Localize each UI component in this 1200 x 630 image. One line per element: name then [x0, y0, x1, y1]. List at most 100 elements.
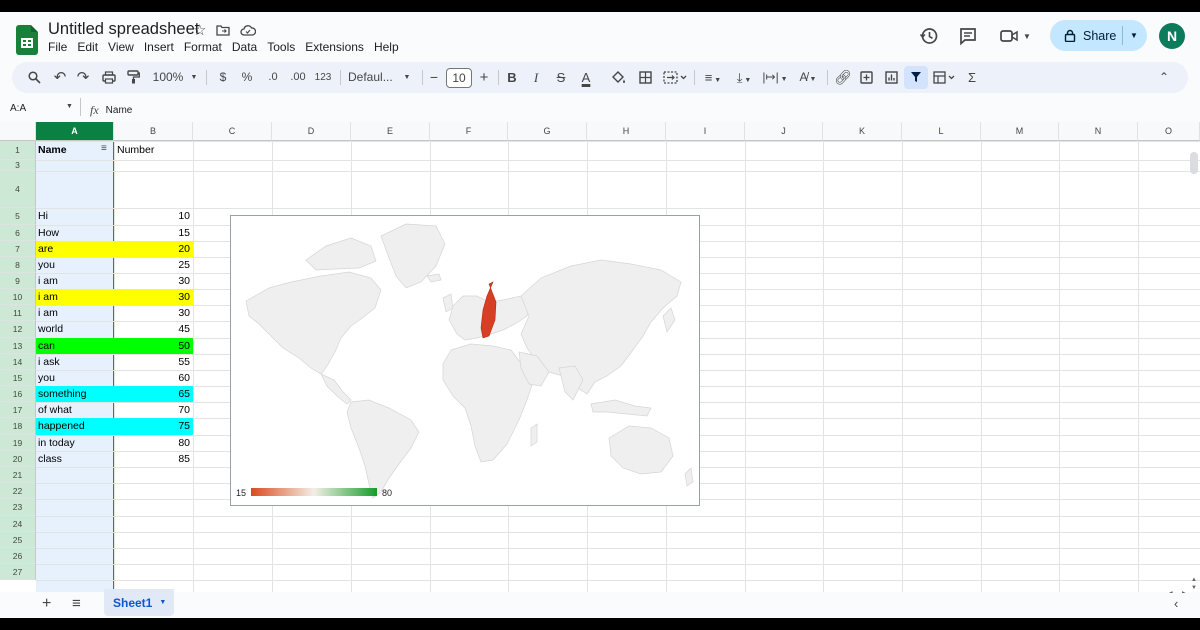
name-box[interactable]: A:A: [10, 103, 26, 114]
column-header-g[interactable]: G: [508, 122, 587, 141]
row-header[interactable]: 12: [0, 321, 36, 338]
column-header-o[interactable]: O: [1138, 122, 1200, 141]
column-header-f[interactable]: F: [430, 122, 508, 141]
filter-icon[interactable]: [904, 66, 928, 89]
row-header[interactable]: 24: [0, 516, 36, 532]
print-icon[interactable]: [101, 62, 117, 93]
increase-decimal-button[interactable]: .00: [287, 62, 309, 93]
cell-name[interactable]: you: [36, 370, 114, 386]
cell-name[interactable]: Hi: [36, 208, 114, 225]
scroll-up-icon[interactable]: ▲: [1191, 577, 1197, 583]
cell-name[interactable]: i ask: [36, 354, 114, 370]
vertical-scrollbar-thumb[interactable]: [1190, 152, 1198, 174]
menu-insert[interactable]: Insert: [144, 40, 174, 54]
cell-name[interactable]: i am: [36, 289, 114, 305]
cell-name[interactable]: you: [36, 257, 114, 273]
cell-name[interactable]: class: [36, 451, 114, 467]
cell-number[interactable]: 30: [114, 289, 193, 305]
horizontal-align-icon[interactable]: ≡ ▼: [700, 62, 726, 93]
column-header-h[interactable]: H: [587, 122, 666, 141]
row-header[interactable]: 21: [0, 467, 36, 483]
font-select[interactable]: Defaul...: [348, 62, 408, 93]
merge-cells-icon[interactable]: [662, 62, 690, 93]
row-header[interactable]: 20: [0, 451, 36, 467]
menu-tools[interactable]: Tools: [267, 40, 295, 54]
cell-number[interactable]: 20: [114, 241, 193, 257]
vertical-align-icon[interactable]: ⤓ ▼: [731, 62, 757, 93]
row-header[interactable]: 5: [0, 208, 36, 225]
cell-number[interactable]: 30: [114, 305, 193, 321]
geo-chart[interactable]: 15 80: [230, 215, 700, 506]
cell-number[interactable]: 30: [114, 273, 193, 289]
menu-data[interactable]: Data: [232, 40, 257, 54]
row-header[interactable]: 6: [0, 225, 36, 241]
redo-icon[interactable]: ↷: [75, 62, 91, 93]
cell-number[interactable]: 60: [114, 370, 193, 386]
number-format-button[interactable]: 123: [313, 62, 333, 93]
functions-icon[interactable]: Σ: [965, 62, 979, 93]
cell-number[interactable]: 65: [114, 386, 193, 402]
history-icon[interactable]: [919, 26, 939, 51]
row-header[interactable]: 7: [0, 241, 36, 257]
column-header-l[interactable]: L: [902, 122, 981, 141]
menu-extensions[interactable]: Extensions: [305, 40, 364, 54]
column-header-m[interactable]: M: [981, 122, 1059, 141]
cell-name[interactable]: i am: [36, 273, 114, 289]
cell-number[interactable]: 10: [114, 208, 193, 225]
row-header[interactable]: 25: [0, 532, 36, 548]
cell-name[interactable]: something: [36, 386, 114, 402]
row-header[interactable]: 11: [0, 305, 36, 321]
avatar[interactable]: N: [1159, 23, 1185, 49]
menu-edit[interactable]: Edit: [77, 40, 98, 54]
row-header[interactable]: 15: [0, 370, 36, 386]
row-header[interactable]: 1: [0, 141, 36, 160]
sheet-tab-chevron-icon[interactable]: ▼: [159, 599, 166, 606]
formula-bar[interactable]: fx Name: [90, 103, 132, 118]
cell-name[interactable]: in today: [36, 435, 114, 451]
zoom-chevron-icon[interactable]: ▼: [189, 62, 199, 93]
strikethrough-icon[interactable]: S: [554, 62, 568, 93]
cell-number[interactable]: 50: [114, 338, 193, 354]
cell-name[interactable]: How: [36, 225, 114, 241]
cell-name[interactable]: i am: [36, 305, 114, 321]
menu-help[interactable]: Help: [374, 40, 399, 54]
select-all-corner[interactable]: [0, 122, 36, 141]
row-header[interactable]: 13: [0, 338, 36, 354]
column-header-a[interactable]: A: [36, 122, 114, 141]
meet-button[interactable]: ▼: [999, 28, 1031, 44]
row-header[interactable]: 10: [0, 289, 36, 305]
row-header[interactable]: 27: [0, 564, 36, 580]
cell-name[interactable]: world: [36, 321, 114, 338]
row-header[interactable]: 19: [0, 435, 36, 451]
insert-comment-icon[interactable]: [858, 62, 874, 93]
paint-format-icon[interactable]: [125, 62, 141, 93]
add-sheet-icon[interactable]: +: [42, 595, 51, 613]
column-header-n[interactable]: N: [1059, 122, 1138, 141]
share-dropdown-icon[interactable]: ▼: [1130, 20, 1138, 51]
cell-number[interactable]: 80: [114, 435, 193, 451]
currency-format-button[interactable]: $: [216, 62, 230, 93]
column-header-i[interactable]: I: [666, 122, 745, 141]
star-icon[interactable]: ☆: [193, 21, 206, 39]
all-sheets-icon[interactable]: ≡: [72, 595, 81, 612]
cell-name[interactable]: can: [36, 338, 114, 354]
share-button[interactable]: Share ▼: [1050, 20, 1147, 51]
scroll-down-icon[interactable]: ▼: [1191, 585, 1197, 591]
sheets-logo-icon[interactable]: [16, 25, 38, 55]
column-header-e[interactable]: E: [351, 122, 430, 141]
comments-icon[interactable]: [958, 26, 978, 51]
menu-file[interactable]: File: [48, 40, 67, 54]
cell-number[interactable]: 25: [114, 257, 193, 273]
cell-number[interactable]: 70: [114, 402, 193, 418]
cell-number[interactable]: Number: [114, 141, 193, 160]
row-header[interactable]: 3: [0, 160, 36, 171]
column-header-j[interactable]: J: [745, 122, 823, 141]
percent-format-button[interactable]: %: [240, 62, 254, 93]
row-header[interactable]: 23: [0, 499, 36, 516]
column-header-d[interactable]: D: [272, 122, 351, 141]
cell-number[interactable]: 45: [114, 321, 193, 338]
decrease-decimal-button[interactable]: .0: [264, 62, 282, 93]
sheet-tab-sheet1[interactable]: Sheet1 ▼: [104, 589, 174, 616]
move-folder-icon[interactable]: [216, 24, 231, 36]
column-header-k[interactable]: K: [823, 122, 902, 141]
